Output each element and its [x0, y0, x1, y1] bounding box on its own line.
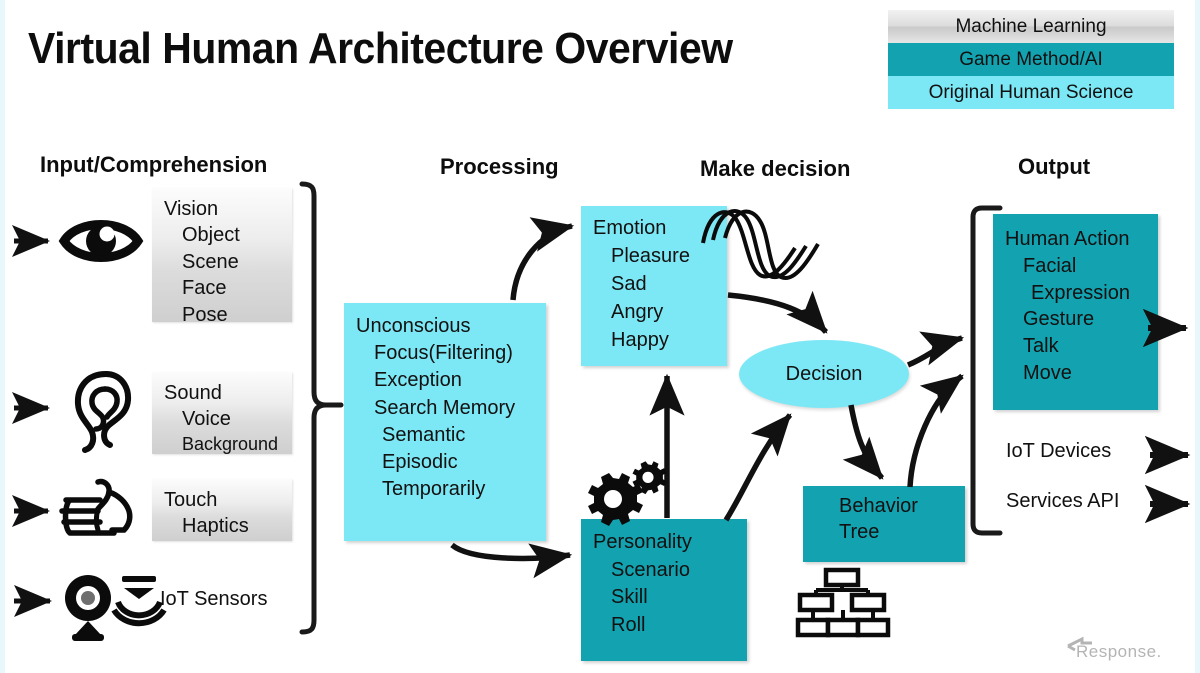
box-item: Gesture [1023, 308, 1095, 331]
column-header-output: Output [1018, 154, 1091, 179]
arrow-emotion-to-decision [727, 290, 829, 334]
box-title-2: Tree [839, 521, 880, 543]
box-title: Personality [593, 531, 692, 553]
column-header-input: Input/Comprehension [40, 152, 268, 177]
iot-camera-icon [65, 575, 111, 641]
legend-label: Machine Learning [955, 16, 1107, 37]
watermark-text: Response. [1076, 642, 1162, 661]
arrow-decision-to-output [906, 331, 965, 368]
legend-label: Original Human Science [928, 82, 1134, 103]
arrow-unconscious-to-emotion [510, 217, 575, 301]
response-watermark: Response. [1067, 636, 1162, 661]
box-subitem: Semantic [382, 423, 466, 446]
input-box-sound: Sound Voice Background [152, 372, 292, 454]
box-item: Exception [374, 369, 462, 392]
output-label-services-api: Services API [1006, 490, 1120, 512]
box-item: Expression [1031, 281, 1130, 304]
box-item: Happy [611, 329, 669, 351]
decision-box-behavior-tree: Behavior Tree [803, 486, 965, 562]
box-item: Pose [182, 303, 228, 326]
box-title: Unconscious [356, 315, 471, 337]
box-item: Haptics [182, 515, 249, 538]
arrow-unconscious-to-personality [450, 542, 573, 579]
arrow-behavior-tree-to-output [907, 373, 964, 488]
box-item: Object [182, 224, 240, 247]
box-item: Search Memory [374, 396, 516, 419]
box-item: Scene [182, 250, 239, 273]
box-title: Sound [164, 382, 222, 404]
decision-node: Decision [739, 340, 909, 408]
box-item: Pleasure [611, 245, 690, 267]
box-item: Sad [611, 273, 647, 295]
arrow-personality-to-decision [723, 413, 793, 522]
behavior-tree-icon [795, 567, 891, 638]
processing-box-unconscious: Unconscious Focus(Filtering) Exception S… [344, 303, 546, 541]
gears-icon [588, 461, 667, 526]
column-header-make-decision: Make decision [700, 156, 851, 181]
box-title: Vision [164, 198, 219, 220]
hand-touch-icon [59, 478, 133, 536]
box-item: Roll [611, 613, 646, 636]
box-item: Skill [611, 586, 648, 609]
box-item: Move [1023, 361, 1072, 384]
input-label-iot-sensors: IoT Sensors [160, 588, 268, 610]
input-box-vision: Vision Object Scene Face Pose [152, 188, 292, 326]
box-item: Facial [1023, 254, 1077, 277]
input-box-touch: Touch Haptics [152, 479, 292, 541]
decision-label: Decision [785, 362, 863, 385]
page-title: Virtual Human Architecture Overview [28, 24, 733, 73]
box-item: Angry [611, 301, 664, 323]
box-item: Background [182, 433, 279, 454]
box-title: Touch [164, 489, 218, 511]
box-item: Face [182, 277, 227, 300]
box-item: Talk [1023, 335, 1059, 358]
diagram-canvas: Virtual Human Architecture Overview Mach… [0, 0, 1200, 673]
box-item: Voice [182, 408, 231, 431]
box-subitem: Temporarily [382, 478, 486, 501]
ear-icon [74, 371, 132, 453]
iot-signal-icon [111, 576, 167, 627]
output-box-human-action: Human Action Facial Expression Gesture T… [993, 214, 1158, 410]
output-label-iot-devices: IoT Devices [1006, 440, 1112, 462]
processing-box-personality: Personality Scenario Skill Roll [581, 519, 747, 661]
legend-item-original-human-science: Original Human Science [888, 76, 1174, 109]
arrow-decision-to-behavior-tree [842, 404, 885, 480]
box-title: Human Action [1005, 228, 1130, 250]
legend-item-machine-learning: Machine Learning [888, 10, 1174, 43]
box-title: Behavior [839, 495, 918, 517]
legend: Machine Learning Game Method/AI Original… [888, 10, 1174, 109]
box-item: Focus(Filtering) [374, 342, 513, 365]
processing-box-emotion: Emotion Pleasure Sad Angry Happy [581, 206, 727, 366]
legend-item-game-method-ai: Game Method/AI [888, 43, 1174, 76]
legend-label: Game Method/AI [959, 49, 1103, 70]
box-subitem: Episodic [382, 450, 458, 473]
column-header-processing: Processing [440, 154, 559, 179]
eye-icon [58, 220, 144, 262]
input-group-bracket [299, 181, 344, 635]
box-item: Scenario [611, 558, 690, 581]
box-title: Emotion [593, 217, 667, 239]
